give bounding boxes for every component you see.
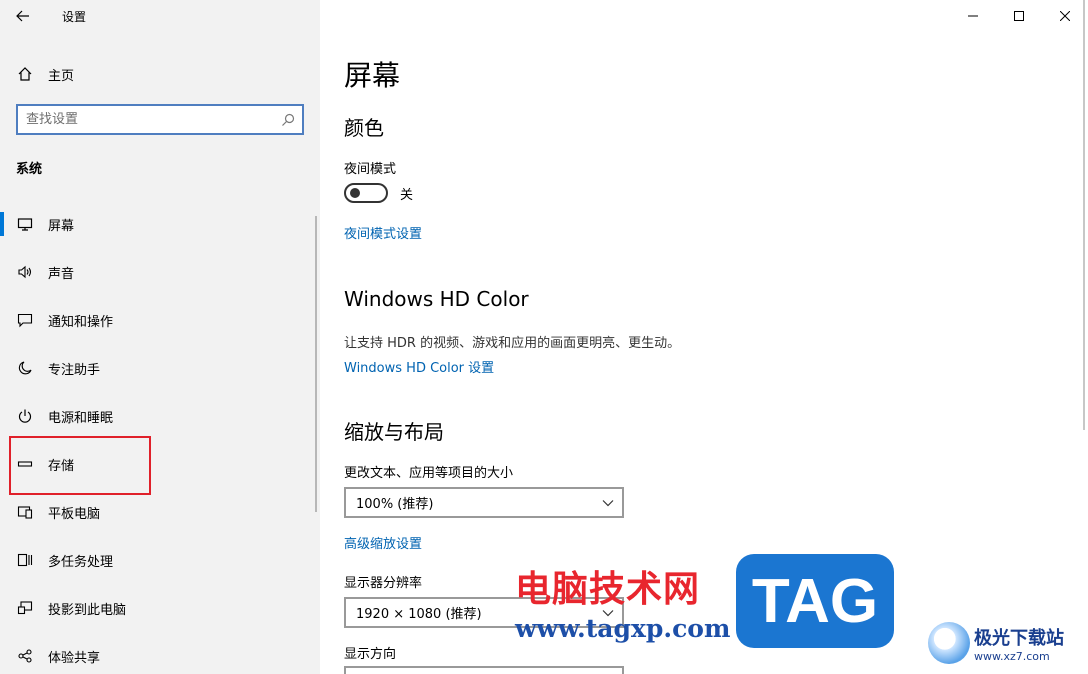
watermark-tag-logo: TAG xyxy=(736,554,894,648)
xz-logo-icon xyxy=(928,622,970,664)
night-mode-settings-link[interactable]: 夜间模式设置 xyxy=(344,223,422,242)
highlight-box xyxy=(9,436,151,495)
xz-url: www.xz7.com xyxy=(974,649,1050,663)
night-mode-label: 夜间模式 xyxy=(344,162,397,177)
sidebar-item-label: 电源和睡眠 xyxy=(48,410,114,426)
sidebar-item-label: 主页 xyxy=(48,68,75,84)
window-controls xyxy=(950,0,1088,32)
maximize-button[interactable] xyxy=(996,0,1042,32)
size-select[interactable]: 100% (推荐) xyxy=(344,487,624,518)
orientation-select[interactable] xyxy=(344,666,624,674)
xz-name: 极光下载站 xyxy=(974,627,1064,649)
back-button[interactable] xyxy=(0,0,46,32)
toggle-knob xyxy=(350,188,360,198)
watermark-site-url: www.tagxp.com xyxy=(515,614,731,643)
color-heading: 颜色 xyxy=(344,116,384,140)
sidebar-item-focus-assist[interactable]: 专注助手 xyxy=(0,344,320,392)
size-select-value: 100% (推荐) xyxy=(356,497,434,512)
sidebar-item-label: 体验共享 xyxy=(48,650,101,666)
sidebar-item-label: 多任务处理 xyxy=(48,554,114,570)
app-title: 设置 xyxy=(62,9,87,24)
close-icon xyxy=(1060,11,1070,21)
close-button[interactable] xyxy=(1042,0,1088,32)
night-mode-toggle[interactable] xyxy=(344,183,388,203)
sidebar-item-notifications[interactable]: 通知和操作 xyxy=(0,296,320,344)
sidebar-item-power[interactable]: 电源和睡眠 xyxy=(0,392,320,440)
main-scrollbar[interactable] xyxy=(1083,0,1085,430)
resolution-select-value: 1920 × 1080 (推荐) xyxy=(356,607,482,622)
home-icon xyxy=(0,66,48,82)
orientation-label: 显示方向 xyxy=(344,647,397,662)
watermark-xz-logo: 极光下载站 www.xz7.com xyxy=(928,622,1064,664)
sidebar-scrollbar[interactable] xyxy=(315,216,317,512)
speaker-icon xyxy=(0,264,48,280)
tablet-icon xyxy=(0,504,48,520)
night-mode-toggle-row: 关 xyxy=(344,183,413,203)
maximize-icon xyxy=(1014,11,1024,21)
size-label: 更改文本、应用等项目的大小 xyxy=(344,466,514,481)
chevron-down-icon xyxy=(602,499,614,506)
minimize-button[interactable] xyxy=(950,0,996,32)
multitask-icon xyxy=(0,552,48,568)
hdr-settings-link[interactable]: Windows HD Color 设置 xyxy=(344,357,494,376)
advanced-scaling-link[interactable]: 高级缩放设置 xyxy=(344,533,422,552)
section-label: 系统 xyxy=(16,162,43,177)
sidebar: 设置 主页 系统 屏幕 声音 通知和操作 xyxy=(0,0,320,674)
moon-icon xyxy=(0,360,48,376)
main-content: 屏幕 颜色 夜间模式 关 夜间模式设置 Windows HD Color 让支持… xyxy=(320,0,1088,674)
back-arrow-icon xyxy=(16,10,29,22)
hdr-heading: Windows HD Color xyxy=(344,287,529,311)
minimize-icon xyxy=(968,15,978,17)
sidebar-item-label: 平板电脑 xyxy=(48,506,101,522)
sidebar-item-label: 专注助手 xyxy=(48,362,101,378)
sidebar-item-shared-experiences[interactable]: 体验共享 xyxy=(0,632,320,674)
search-icon[interactable] xyxy=(274,113,302,127)
sidebar-item-label: 声音 xyxy=(48,266,75,282)
page-title: 屏幕 xyxy=(344,59,401,92)
power-icon xyxy=(0,408,48,424)
share-icon xyxy=(0,648,48,664)
search-box[interactable] xyxy=(16,104,304,135)
watermark-site-name: 电脑技术网 xyxy=(515,569,701,610)
sidebar-item-label: 通知和操作 xyxy=(48,314,114,330)
sidebar-item-sound[interactable]: 声音 xyxy=(0,248,320,296)
sidebar-item-home[interactable]: 主页 xyxy=(0,56,320,92)
message-icon xyxy=(0,312,48,328)
hdr-description: 让支持 HDR 的视频、游戏和应用的画面更明亮、更生动。 xyxy=(344,336,681,351)
monitor-icon xyxy=(0,216,48,232)
sidebar-item-display[interactable]: 屏幕 xyxy=(0,200,320,248)
sidebar-item-label: 屏幕 xyxy=(48,218,75,234)
search-input[interactable] xyxy=(18,112,274,127)
night-mode-state: 关 xyxy=(400,187,414,203)
sidebar-item-tablet[interactable]: 平板电脑 xyxy=(0,488,320,536)
xz-text: 极光下载站 www.xz7.com xyxy=(974,624,1064,663)
resolution-label: 显示器分辨率 xyxy=(344,576,423,591)
project-icon xyxy=(0,600,48,616)
sidebar-item-multitasking[interactable]: 多任务处理 xyxy=(0,536,320,584)
sidebar-item-label: 投影到此电脑 xyxy=(48,602,127,618)
title-bar: 设置 xyxy=(0,0,320,32)
sidebar-item-project[interactable]: 投影到此电脑 xyxy=(0,584,320,632)
scale-heading: 缩放与布局 xyxy=(344,420,444,444)
